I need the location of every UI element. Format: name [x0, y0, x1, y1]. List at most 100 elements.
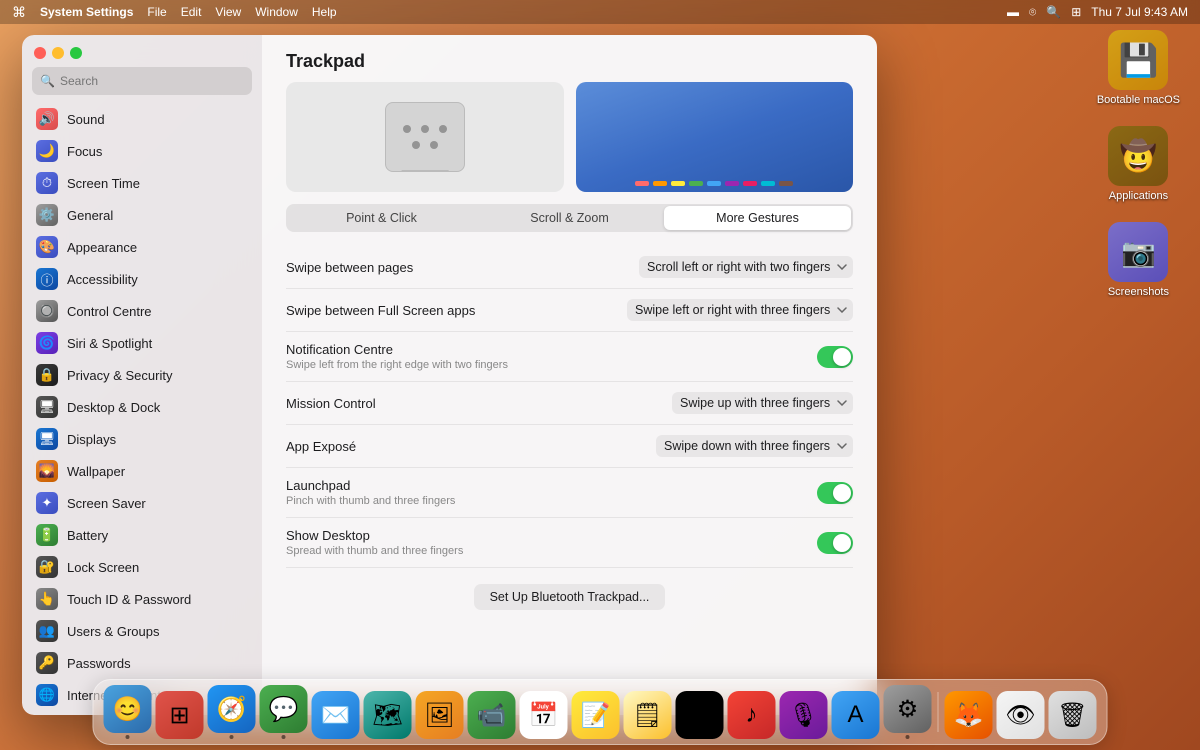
- menu-help[interactable]: Help: [312, 5, 337, 19]
- tab-scroll-zoom[interactable]: Scroll & Zoom: [476, 206, 663, 230]
- dot: [439, 125, 447, 133]
- desktop-icon-bootable[interactable]: 💾 Bootable macOS: [1097, 30, 1180, 106]
- swipe-fullscreen-label-group: Swipe between Full Screen apps: [286, 303, 627, 318]
- sidebar-item-screen-time[interactable]: ⏱Screen Time: [28, 167, 256, 199]
- search-input[interactable]: [32, 67, 252, 95]
- dock-item-firefox[interactable]: 🦊: [945, 691, 993, 739]
- battery-icon: 🔋: [36, 524, 58, 546]
- sidebar-item-focus[interactable]: 🌙Focus: [28, 135, 256, 167]
- dock-icon-system-settings: ⚙: [884, 685, 932, 733]
- battery-label: Battery: [67, 528, 108, 543]
- setting-row-swipe-pages: Swipe between pagesScroll left or right …: [286, 246, 853, 289]
- menu-view[interactable]: View: [215, 5, 241, 19]
- passwords-icon: 🔑: [36, 652, 58, 674]
- sidebar-item-general[interactable]: ⚙️General: [28, 199, 256, 231]
- sidebar-item-sound[interactable]: 🔊Sound: [28, 103, 256, 135]
- menu-file[interactable]: File: [147, 5, 166, 19]
- sidebar-item-passwords[interactable]: 🔑Passwords: [28, 647, 256, 679]
- dock-item-tv[interactable]: ▶: [676, 691, 724, 739]
- sidebar: 🔍 🔊Sound🌙Focus⏱Screen Time⚙️General🎨Appe…: [22, 35, 262, 715]
- sidebar-item-battery[interactable]: 🔋 Battery: [28, 519, 256, 551]
- sidebar-item-lock-screen[interactable]: 🔐 Lock Screen: [28, 551, 256, 583]
- siri-spotlight-label: Siri & Spotlight: [67, 336, 152, 351]
- dock-icon-music: ♪: [728, 691, 776, 739]
- sidebar-item-wallpaper[interactable]: 🌄Wallpaper: [28, 455, 256, 487]
- dock-item-safari[interactable]: 🧭: [208, 685, 256, 739]
- show-desktop-toggle[interactable]: [817, 532, 853, 554]
- sidebar-list: 🔊Sound🌙Focus⏱Screen Time⚙️General🎨Appear…: [22, 103, 262, 715]
- sidebar-item-siri-spotlight[interactable]: 🌀Siri & Spotlight: [28, 327, 256, 359]
- dock-item-maps[interactable]: 🗺: [364, 691, 412, 739]
- show-desktop-sublabel: Spread with thumb and three fingers: [286, 545, 817, 557]
- dock-item-finder[interactable]: 😊: [104, 685, 152, 739]
- sidebar-item-users-groups[interactable]: 👥 Users & Groups: [28, 615, 256, 647]
- focus-icon: 🌙: [36, 140, 58, 162]
- desktop-icon-applications[interactable]: 🤠 Applications: [1108, 126, 1168, 202]
- sidebar-item-privacy-security[interactable]: 🔒Privacy & Security: [28, 359, 256, 391]
- dock-icon-preview: 👁: [997, 691, 1045, 739]
- tab-more-gestures[interactable]: More Gestures: [664, 206, 851, 230]
- sidebar-item-accessibility[interactable]: ⓘAccessibility: [28, 263, 256, 295]
- show-desktop-label: Show Desktop: [286, 528, 817, 543]
- dock-item-calendar[interactable]: 📅: [520, 691, 568, 739]
- close-button[interactable]: [34, 47, 46, 59]
- minimize-button[interactable]: [52, 47, 64, 59]
- launchpad-label-group: LaunchpadPinch with thumb and three fing…: [286, 478, 817, 507]
- sidebar-item-desktop-dock[interactable]: 🖥Desktop & Dock: [28, 391, 256, 423]
- sidebar-item-appearance[interactable]: 🎨Appearance: [28, 231, 256, 263]
- users-groups-icon: 👥: [36, 620, 58, 642]
- dock-item-trash[interactable]: 🗑: [1049, 691, 1097, 739]
- sidebar-item-displays[interactable]: 🖥Displays: [28, 423, 256, 455]
- sidebar-item-touch-id[interactable]: 👆Touch ID & Password: [28, 583, 256, 615]
- dock-item-app-store[interactable]: A: [832, 691, 880, 739]
- swipe-fullscreen-label: Swipe between Full Screen apps: [286, 303, 627, 318]
- dock-item-preview[interactable]: 👁: [997, 691, 1045, 739]
- swipe-fullscreen-select[interactable]: Swipe left or right with three fingers: [627, 299, 853, 321]
- notification-centre-label-group: Notification CentreSwipe left from the r…: [286, 342, 817, 371]
- app-expose-select[interactable]: Swipe down with three fingers: [656, 435, 853, 457]
- screenshots-label: Screenshots: [1108, 286, 1169, 298]
- lock-screen-icon: 🔐: [36, 556, 58, 578]
- dot-row-2: [412, 141, 438, 149]
- dock-item-music[interactable]: ♪: [728, 691, 776, 739]
- accessibility-label: Accessibility: [67, 272, 138, 287]
- mission-control-select[interactable]: Swipe up with three fingers: [672, 392, 853, 414]
- dock-item-messages[interactable]: 💬: [260, 685, 308, 739]
- tab-point-click[interactable]: Point & Click: [288, 206, 475, 230]
- dock-item-podcasts[interactable]: 🎙: [780, 691, 828, 739]
- dock-item-notes[interactable]: 🗒: [624, 691, 672, 739]
- dock-item-launchpad[interactable]: ⊞: [156, 691, 204, 739]
- notification-centre-toggle[interactable]: [817, 346, 853, 368]
- dock-active-dot: [126, 735, 130, 739]
- main-content: Trackpad: [262, 35, 877, 715]
- menu-controlcentre-icon[interactable]: ⊞: [1071, 5, 1081, 19]
- launchpad-toggle[interactable]: [817, 482, 853, 504]
- click-preview-inner: [385, 102, 465, 172]
- displays-label: Displays: [67, 432, 116, 447]
- app-name[interactable]: System Settings: [40, 5, 133, 19]
- users-groups-label: Users & Groups: [67, 624, 159, 639]
- swipe-pages-select[interactable]: Scroll left or right with two fingers: [639, 256, 853, 278]
- apple-menu[interactable]: ⌘: [12, 4, 26, 21]
- lock-screen-label: Lock Screen: [67, 560, 139, 575]
- launchpad-control: [817, 482, 853, 504]
- menubar-left: ⌘ System Settings File Edit View Window …: [12, 4, 337, 21]
- notification-centre-control: [817, 346, 853, 368]
- wallpaper-label: Wallpaper: [67, 464, 125, 479]
- sidebar-item-control-centre[interactable]: 🔘Control Centre: [28, 295, 256, 327]
- dock-item-mail[interactable]: ✉️: [312, 691, 360, 739]
- bluetooth-trackpad-button[interactable]: Set Up Bluetooth Trackpad...: [474, 584, 666, 610]
- screenshots-icon: 📷: [1108, 222, 1168, 282]
- menu-window[interactable]: Window: [255, 5, 298, 19]
- dock-item-system-settings[interactable]: ⚙: [884, 685, 932, 739]
- tab-bar: Point & ClickScroll & ZoomMore Gestures: [286, 204, 853, 232]
- dock-item-reminders[interactable]: 📝: [572, 691, 620, 739]
- menu-search-icon[interactable]: 🔍: [1046, 5, 1061, 19]
- dock-item-facetime[interactable]: 📹: [468, 691, 516, 739]
- maximize-button[interactable]: [70, 47, 82, 59]
- dock-active-dot: [230, 735, 234, 739]
- menu-edit[interactable]: Edit: [181, 5, 202, 19]
- dock-item-photos[interactable]: 🖼: [416, 691, 464, 739]
- sidebar-item-screen-saver[interactable]: ✦Screen Saver: [28, 487, 256, 519]
- desktop-icon-screenshots[interactable]: 📷 Screenshots: [1108, 222, 1169, 298]
